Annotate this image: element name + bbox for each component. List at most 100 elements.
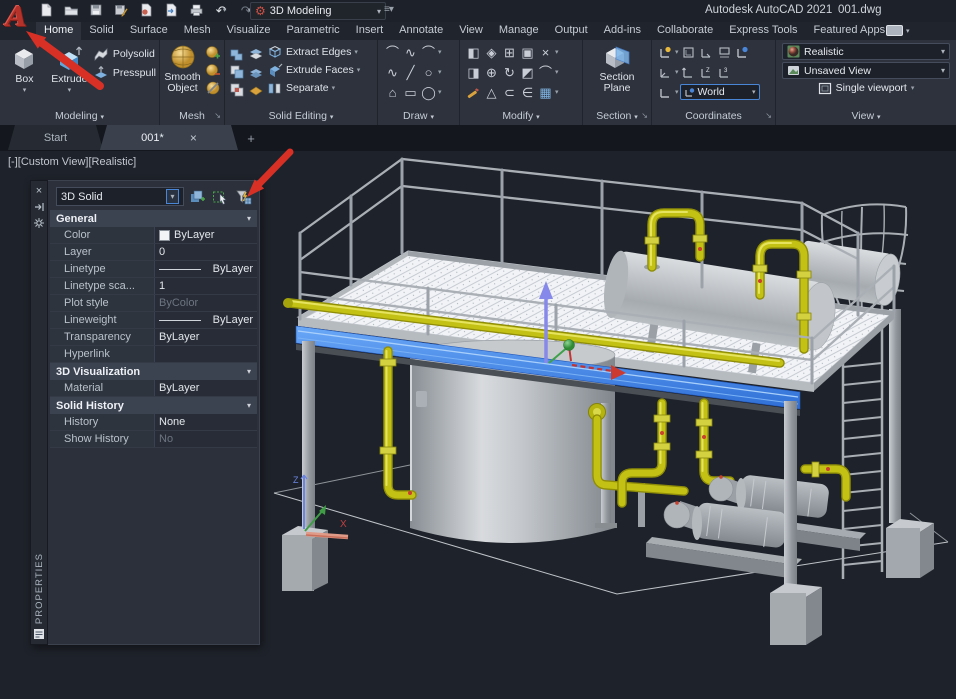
viewport-controls[interactable]: [-][Custom View][Realistic] xyxy=(8,156,136,168)
drawing-standards-icon[interactable] xyxy=(138,2,154,18)
property-row[interactable]: Layer 0 xyxy=(50,244,257,261)
open-folder-icon[interactable] xyxy=(63,2,79,18)
box-button[interactable]: Box ▾ xyxy=(3,42,46,109)
ucs-named-icon[interactable] xyxy=(657,84,674,100)
ribbon-tab[interactable]: Output xyxy=(547,22,596,40)
settings-gear-icon[interactable] xyxy=(33,217,45,233)
polygon-icon[interactable]: ⌂ xyxy=(384,84,401,100)
presspull-button[interactable]: Presspull xyxy=(93,65,156,81)
ucs-view-icon[interactable] xyxy=(734,44,751,60)
polyline-icon[interactable]: ∿ xyxy=(402,44,419,60)
ucs-z-icon[interactable] xyxy=(680,64,697,80)
join-icon[interactable]: ∈ xyxy=(519,84,536,100)
mirror-icon[interactable]: ◧ xyxy=(465,44,482,60)
model-canvas[interactable]: .r{stroke:#aaafb6;stroke-width:2.3;fill:… xyxy=(260,145,956,665)
ribbon-tab[interactable]: Express Tools xyxy=(721,22,805,40)
palette-title-strip[interactable]: × PROPERTIES xyxy=(30,180,48,645)
ribbon-tab[interactable]: Surface xyxy=(122,22,176,40)
left-leg[interactable] xyxy=(282,341,328,591)
smooth-off-icon[interactable] xyxy=(204,80,221,96)
panel-launcher-icon[interactable]: ↘ xyxy=(214,108,221,123)
thicken-icon[interactable] xyxy=(247,64,264,80)
save-icon[interactable] xyxy=(88,2,104,18)
new-tab-button[interactable]: + xyxy=(243,130,259,146)
file-tab-start[interactable]: Start xyxy=(8,125,103,150)
workspace-switcher[interactable]: ⚙ 3D Modeling ▾ xyxy=(250,2,386,20)
ucs-3point-icon[interactable]: 3 xyxy=(716,64,733,80)
ucs-z-axis-icon[interactable]: Z xyxy=(698,64,715,80)
ribbon-tab[interactable]: Insert xyxy=(348,22,392,40)
ribbon-tab[interactable]: Annotate xyxy=(391,22,451,40)
ribbon-tab[interactable]: Add-ins xyxy=(596,22,649,40)
slice-icon[interactable] xyxy=(247,46,264,62)
panel-label-mesh[interactable]: Mesh ↘ xyxy=(160,109,224,125)
property-row[interactable]: Transparency ByLayer xyxy=(50,329,257,346)
panel-label-section[interactable]: Section ▾ ↘ xyxy=(583,109,651,125)
section-header-3d-visualization[interactable]: 3D Visualization ▾ xyxy=(50,363,257,380)
move-icon[interactable]: ⊞ xyxy=(501,44,518,60)
shell-icon[interactable] xyxy=(247,82,264,98)
panel-label-coordinates[interactable]: Coordinates ↘ xyxy=(652,109,775,125)
property-row[interactable]: Color ByLayer xyxy=(50,227,257,244)
circle-icon[interactable]: ○ xyxy=(420,64,437,80)
undo-icon[interactable]: ↶ ▾ xyxy=(213,2,229,18)
smooth-object-button[interactable]: Smooth Object xyxy=(163,42,202,109)
offset-icon[interactable]: ⊂ xyxy=(501,84,518,100)
section-plane-button[interactable]: Section Plane xyxy=(591,42,643,109)
property-row[interactable]: Lineweight ByLayer xyxy=(50,312,257,329)
section-header-general[interactable]: General ▾ xyxy=(50,210,257,227)
rear-leg[interactable] xyxy=(886,309,934,578)
ucs-previous-icon[interactable] xyxy=(698,44,715,60)
intersect-icon[interactable] xyxy=(228,82,245,98)
property-row[interactable]: Show History No xyxy=(50,431,257,448)
smooth-more-icon[interactable] xyxy=(204,44,221,60)
extract-edges-button[interactable]: Extract Edges ▾ xyxy=(266,44,360,60)
ribbon-tab[interactable]: Visualize xyxy=(219,22,279,40)
ucs-icon[interactable] xyxy=(680,44,697,60)
smooth-less-icon[interactable] xyxy=(204,62,221,78)
copy-icon[interactable]: ▣ xyxy=(519,44,536,60)
3d-align-icon[interactable]: ◈ xyxy=(483,44,500,60)
property-row[interactable]: Hyperlink xyxy=(50,346,257,363)
erase-icon[interactable] xyxy=(465,84,482,100)
close-icon[interactable]: × xyxy=(36,185,42,201)
auto-hide-icon[interactable] xyxy=(33,201,45,217)
palette-menu-icon[interactable] xyxy=(33,628,45,644)
close-icon[interactable]: × xyxy=(190,131,197,145)
pattern-icon[interactable]: ▦ xyxy=(537,84,554,100)
named-view-dropdown[interactable]: Unsaved View ▾ xyxy=(782,62,950,79)
arc-icon[interactable]: ⌒ xyxy=(384,44,401,60)
panel-label-draw[interactable]: Draw ▾ xyxy=(378,109,459,125)
object-type-dropdown[interactable]: 3D Solid ▾ xyxy=(56,187,184,206)
ribbon-minimize-button[interactable]: ▾ xyxy=(886,25,910,36)
polysolid-button[interactable]: Polysolid xyxy=(93,46,156,62)
trim-icon[interactable]: × xyxy=(537,44,554,60)
ucs-origin-icon[interactable] xyxy=(657,64,674,80)
ucs-world-icon[interactable] xyxy=(657,44,674,60)
rectangle-icon[interactable]: ▭ xyxy=(402,84,419,100)
extrude-button[interactable]: Extrude ▾ xyxy=(48,42,91,109)
line-icon[interactable]: ╱ xyxy=(402,64,419,80)
spline-icon[interactable]: ∿ xyxy=(384,64,401,80)
qat-customize-icon[interactable]: ≡▾ xyxy=(384,4,394,15)
ribbon-tab[interactable]: Home xyxy=(36,22,82,40)
ribbon-tab[interactable]: View xyxy=(451,22,491,40)
save-as-icon[interactable] xyxy=(113,2,129,18)
panel-label-modeling[interactable]: Modeling ▾ xyxy=(0,109,159,125)
subtract-icon[interactable] xyxy=(228,64,245,80)
panel-label-solid-editing[interactable]: Solid Editing ▾ xyxy=(225,109,377,125)
property-row[interactable]: Material ByLayer xyxy=(50,380,257,397)
panel-label-modify[interactable]: Modify ▾ xyxy=(460,109,582,125)
ribbon-tab[interactable]: Parametric xyxy=(278,22,347,40)
panel-launcher-icon[interactable]: ↘ xyxy=(641,108,648,123)
panel-label-view[interactable]: View ▾ xyxy=(776,109,956,125)
extrude-faces-button[interactable]: Extrude Faces ▾ xyxy=(266,62,360,78)
property-row[interactable]: History None xyxy=(50,414,257,431)
property-row[interactable]: Plot style ByColor xyxy=(50,295,257,312)
export-icon[interactable] xyxy=(163,2,179,18)
fillet-icon[interactable]: ⌒ xyxy=(537,64,554,80)
ribbon-tab[interactable]: Featured Apps xyxy=(806,22,894,40)
rotate-icon[interactable]: ↻ xyxy=(501,64,518,80)
toggle-pickadd-icon[interactable] xyxy=(187,187,207,206)
property-row[interactable]: Linetype ByLayer xyxy=(50,261,257,278)
